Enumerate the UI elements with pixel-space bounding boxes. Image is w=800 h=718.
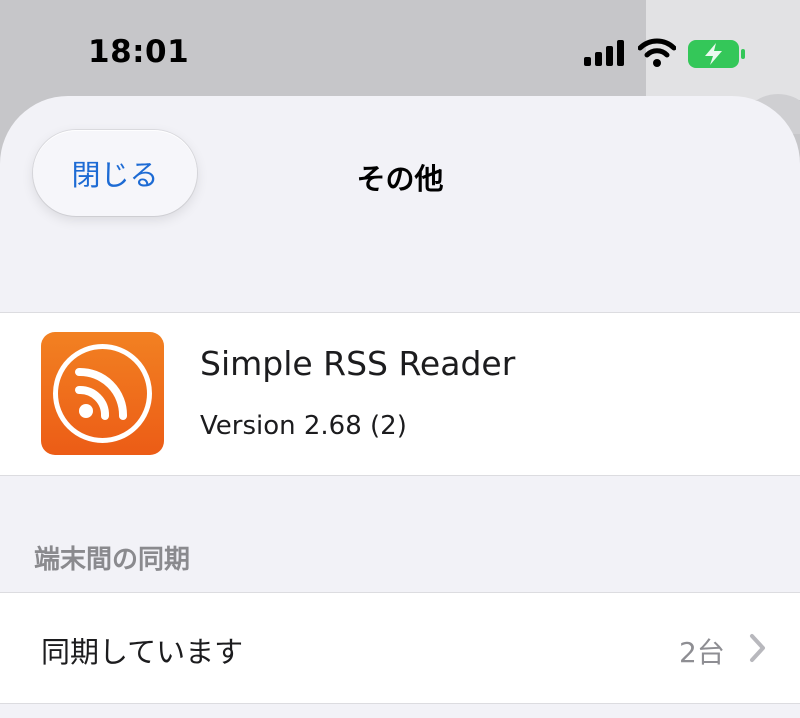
app-name: Simple RSS Reader bbox=[200, 344, 516, 383]
sync-device-count: 2台 bbox=[679, 636, 725, 669]
app-info-card: Simple RSS Reader Version 2.68 (2) bbox=[0, 312, 800, 476]
settings-sheet: 閉じる その他 Simple RSS Reader Version 2.68 (… bbox=[0, 96, 800, 718]
rss-icon bbox=[41, 332, 164, 455]
sync-row[interactable]: 同期しています 2台 bbox=[0, 592, 800, 704]
status-bar: 18:01 bbox=[0, 0, 800, 100]
signal-icon bbox=[584, 40, 624, 66]
battery-charging-icon bbox=[688, 40, 745, 68]
app-version: Version 2.68 (2) bbox=[200, 411, 407, 441]
section-header-sync: 端末間の同期 bbox=[34, 545, 191, 575]
sync-row-label: 同期しています bbox=[41, 635, 244, 669]
wifi-icon bbox=[638, 38, 676, 67]
status-time: 18:01 bbox=[88, 34, 190, 70]
chevron-right-icon bbox=[750, 634, 765, 662]
page-title: その他 bbox=[356, 162, 444, 196]
